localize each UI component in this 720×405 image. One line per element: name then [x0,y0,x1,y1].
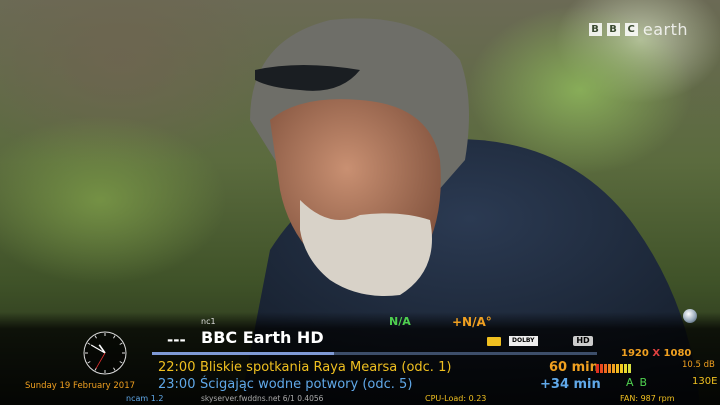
channel-watermark: B B C earth [588,20,688,39]
dolby-digital-icon: DOLBY [509,336,538,346]
video-frame: B B C earth Sunday 19 February 2017 nc1 … [0,0,720,405]
signal-segment [624,364,627,373]
signal-segment [616,364,619,373]
channel-name: BBC Earth HD [201,328,324,347]
video-resolution: 1920 X 1080 [621,348,691,359]
softcam-version: ncam 1.2 [126,394,164,403]
signal-segment [608,364,611,373]
hd-icon: HD [573,336,593,346]
watermark-text: earth [642,20,688,39]
resolution-height: 1080 [663,348,692,359]
epg-now-duration: 60 min [549,360,599,375]
fan-speed: FAN: 987 rpm [620,394,675,403]
signal-segment [628,364,631,373]
signal-segment [596,364,599,373]
resolution-width: 1920 [621,348,649,359]
globe-icon [683,309,697,323]
signal-segment [604,364,607,373]
signal-segment [620,364,623,373]
satellite-position: 130E [692,376,718,387]
epg-now-title: Bliskie spotkania Raya Mearsa (odc. 1) [200,360,452,375]
signal-status-na: N/A [389,315,411,328]
channel-number: nc1 [201,317,216,326]
tuner-b: B [639,376,648,389]
tuner-a: A [626,376,634,389]
event-progress-fill [152,352,335,355]
epg-next-duration: +34 min [540,377,601,392]
cpu-load: CPU-Load: 0.23 [425,394,487,403]
card-server-info: skyserver.fwddns.net 6/1 0.4056 [201,394,324,403]
bbc-logo-c: C [624,23,638,36]
signal-segment [600,364,603,373]
stream-icons: DOLBY [487,336,538,346]
signal-segment [612,364,615,373]
epg-next-time: 23:00 [158,377,196,392]
epg-next-title: Ścigając wodne potwory (odc. 5) [200,377,413,392]
event-progress-bar [152,352,597,355]
bbc-logo-b1: B [588,23,602,36]
signal-strength-bar [596,364,631,373]
tuner-indicator: AB [626,376,647,389]
current-date: Sunday 19 February 2017 [25,381,136,391]
resolution-separator: X [652,348,661,359]
rating-status-na: +N/A° [452,315,492,329]
epg-now-time: 22:00 [158,360,196,375]
channel-prefix: --- [167,331,186,349]
signal-level: 10.5 dB [682,360,715,370]
bbc-logo-b2: B [606,23,620,36]
key-icon [487,336,501,346]
analog-clock-icon [83,331,127,375]
